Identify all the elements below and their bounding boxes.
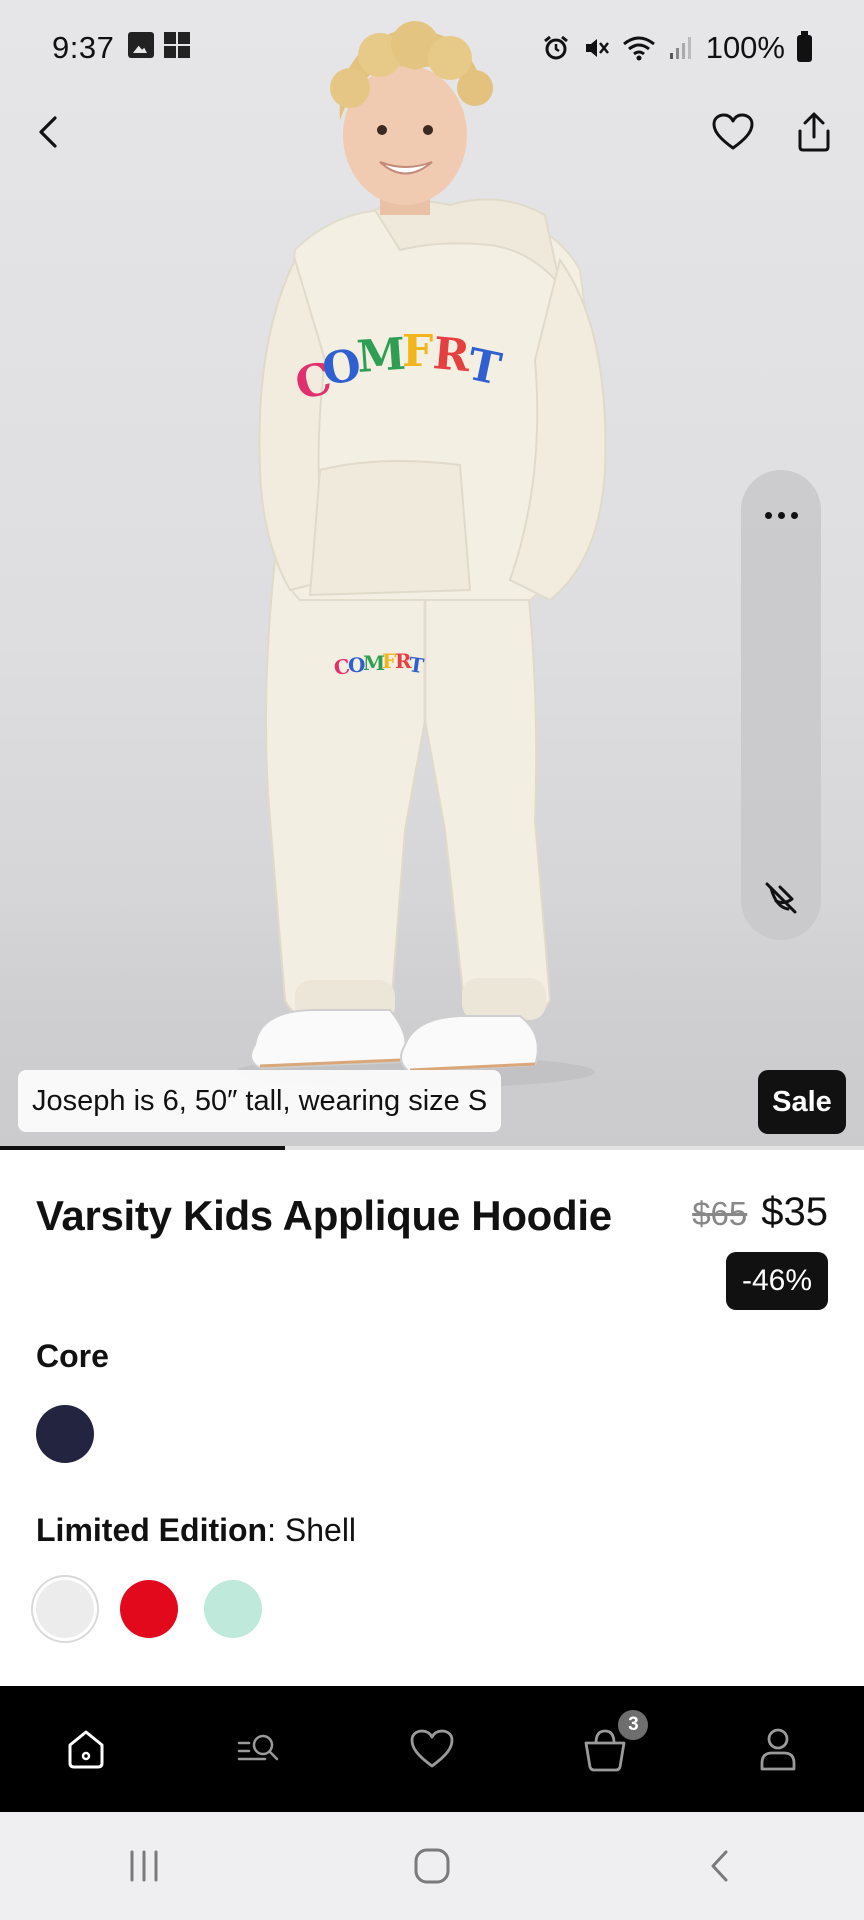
cart-count-badge: 3 xyxy=(616,1708,651,1742)
share-button[interactable] xyxy=(782,100,846,164)
search-menu-icon xyxy=(237,1734,279,1761)
gallery-icon xyxy=(128,32,154,58)
limited-color-swatches xyxy=(36,1580,262,1638)
heart-icon xyxy=(410,1729,454,1768)
back-system-button[interactable] xyxy=(660,1826,780,1906)
tab-account[interactable] xyxy=(691,1686,864,1812)
home-circle-icon xyxy=(414,1848,450,1884)
back-arrow-icon xyxy=(711,1850,728,1882)
chevron-left-icon xyxy=(39,116,57,148)
alarm-icon xyxy=(543,35,568,60)
account-icon xyxy=(760,1728,795,1771)
more-dot xyxy=(777,511,785,519)
home-system-button[interactable] xyxy=(372,1826,492,1906)
discount-badge: -46% xyxy=(725,1252,828,1310)
share-icon xyxy=(798,112,830,152)
product-title: Varsity Kids Applique Hoodie xyxy=(36,1192,612,1239)
wifi-icon xyxy=(622,36,655,61)
status-time: 9:37 xyxy=(52,30,115,65)
tab-search[interactable] xyxy=(173,1686,346,1812)
limited-swatch-shell[interactable] xyxy=(36,1580,94,1638)
core-colors-label: Core xyxy=(36,1338,109,1374)
media-scroller[interactable] xyxy=(741,470,821,940)
heart-icon xyxy=(712,113,754,150)
svg-text:F: F xyxy=(402,326,433,377)
svg-text:M: M xyxy=(355,329,407,383)
bottom-tab-bar: 3 xyxy=(0,1686,864,1812)
core-swatch-navy[interactable] xyxy=(36,1405,94,1463)
limited-edition-title: Limited Edition xyxy=(36,1512,268,1548)
tab-wishlist[interactable] xyxy=(346,1686,519,1812)
limited-swatch-mint[interactable] xyxy=(204,1580,262,1638)
core-color-swatches xyxy=(36,1405,94,1463)
back-button[interactable] xyxy=(16,100,80,164)
gallery-progress xyxy=(0,1146,864,1150)
sale-price: $35 xyxy=(761,1190,828,1234)
battery-icon xyxy=(797,30,812,62)
recent-apps-icon xyxy=(130,1850,158,1882)
product-image-gallery[interactable]: C O M F R T C O M F R T 9:37 100% Joseph… xyxy=(0,0,864,1150)
tab-cart[interactable]: 3 xyxy=(518,1686,691,1812)
mute-icon xyxy=(585,39,609,57)
gallery-progress-fill xyxy=(0,1146,286,1150)
video-off-button[interactable] xyxy=(753,870,809,926)
sale-badge: Sale xyxy=(758,1070,846,1134)
system-navigation-bar xyxy=(0,1812,864,1920)
more-options-button[interactable] xyxy=(741,490,821,540)
limited-edition-label: Limited Edition: Shell xyxy=(36,1512,357,1548)
more-dot xyxy=(764,511,772,519)
original-price: $65 xyxy=(692,1195,748,1232)
limited-swatch-red[interactable] xyxy=(120,1580,178,1638)
model-caption: Joseph is 6, 50″ tall, wearing size S xyxy=(18,1070,502,1132)
home-icon xyxy=(68,1730,104,1769)
favorite-button[interactable] xyxy=(701,100,765,164)
battery-percent: 100% xyxy=(705,30,785,65)
status-bar: 9:37 100% xyxy=(0,0,864,96)
signal-icon xyxy=(669,37,691,59)
selected-color-name: Shell xyxy=(284,1512,357,1548)
recent-apps-button[interactable] xyxy=(84,1826,204,1906)
more-dot xyxy=(790,511,798,519)
video-off-icon xyxy=(765,882,797,914)
app-grid-icon xyxy=(164,32,190,58)
tab-home[interactable] xyxy=(0,1686,173,1812)
product-photo: C O M F R T C O M F R T xyxy=(235,21,607,1088)
price-row: $65 $35 xyxy=(692,1190,828,1235)
